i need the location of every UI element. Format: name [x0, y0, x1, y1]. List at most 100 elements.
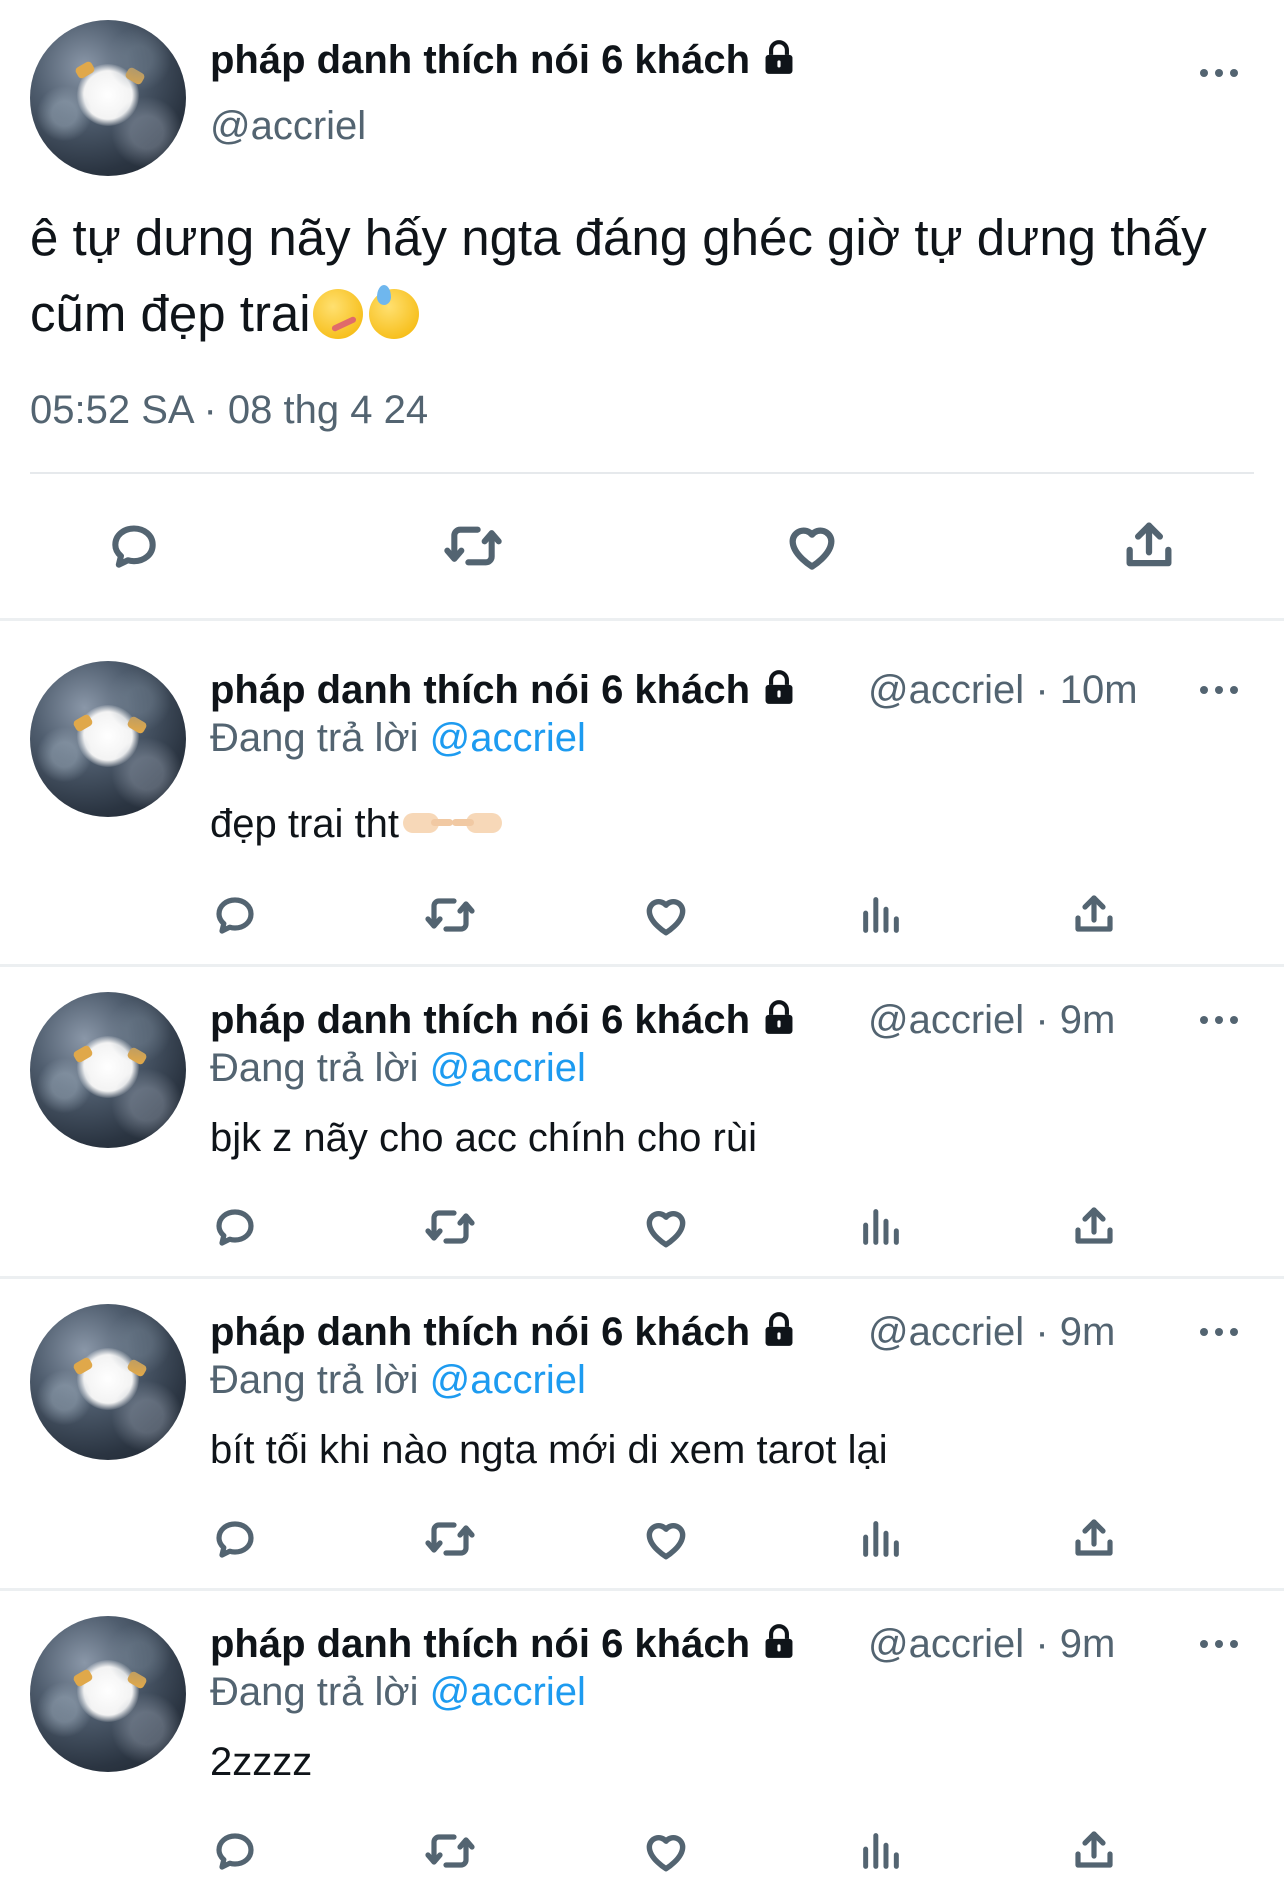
views-icon: [863, 1833, 899, 1869]
views-button[interactable]: [856, 1514, 906, 1564]
more-options-icon[interactable]: [1200, 683, 1240, 695]
reply-button[interactable]: [210, 1514, 260, 1564]
like-button[interactable]: [640, 1514, 692, 1564]
like-icon: [646, 1523, 686, 1560]
like-icon: [789, 527, 835, 570]
retweet-icon: [444, 526, 502, 566]
display-name-text: pháp danh thích nói 6 khách: [210, 1310, 751, 1354]
like-icon: [646, 899, 686, 936]
backhand-index-pointing-left-emoji: [452, 813, 503, 833]
like-icon: [646, 1835, 686, 1872]
share-button[interactable]: [1068, 1824, 1120, 1876]
like-icon: [646, 1211, 686, 1248]
replying-to-link[interactable]: @accriel: [430, 1046, 586, 1090]
display-name-text: pháp danh thích nói 6 khách: [210, 38, 751, 82]
display-name[interactable]: pháp danh thích nói 6 khách: [210, 1622, 798, 1667]
views-button[interactable]: [856, 1826, 906, 1876]
more-options-icon[interactable]: [1200, 1325, 1240, 1337]
section-separator: [0, 1276, 1284, 1279]
backhand-index-pointing-right-emoji: [403, 813, 454, 833]
tweet-text: ê tự dưng nãy hấy ngta đáng ghéc giờ tự …: [30, 200, 1250, 352]
tweet-time: 10m: [1059, 668, 1138, 712]
more-options-icon[interactable]: [1200, 1637, 1240, 1649]
replying-to: Đang trả lời @accriel: [210, 716, 586, 761]
tweet-time: 9m: [1059, 998, 1116, 1042]
replying-to-link[interactable]: @accriel: [430, 1358, 586, 1402]
lock-icon: [765, 1312, 793, 1346]
section-separator: [0, 618, 1284, 621]
downcast-face-with-sweat-emoji: [368, 285, 419, 339]
reply-icon: [112, 525, 156, 568]
share-icon: [1126, 522, 1172, 567]
avatar[interactable]: [30, 1304, 186, 1460]
reply-button[interactable]: [210, 1202, 260, 1252]
section-separator: [0, 964, 1284, 967]
share-button[interactable]: [1068, 1200, 1120, 1252]
share-button[interactable]: [1068, 888, 1120, 940]
reply-button[interactable]: [210, 890, 260, 940]
replying-to: Đang trả lời @accriel: [210, 1670, 586, 1715]
retweet-button[interactable]: [422, 1826, 478, 1876]
share-button[interactable]: [1068, 1512, 1120, 1564]
replying-to-label: Đang trả lời: [210, 1358, 419, 1402]
reply-text: bjk z nãy cho acc chính cho rùi: [210, 1116, 757, 1160]
section-separator: [0, 1588, 1284, 1591]
replying-to-link[interactable]: @accriel: [430, 716, 586, 760]
username[interactable]: @accriel: [210, 104, 366, 149]
like-button[interactable]: [640, 1202, 692, 1252]
like-button[interactable]: [640, 1826, 692, 1876]
views-button[interactable]: [856, 890, 906, 940]
avatar[interactable]: [30, 992, 186, 1148]
share-icon: [1075, 1207, 1113, 1244]
username: @accriel: [868, 1622, 1025, 1666]
reply-icon: [216, 1209, 254, 1246]
lock-icon: [765, 1000, 793, 1034]
username-and-time[interactable]: @accriel · 9m: [868, 1310, 1115, 1355]
like-button[interactable]: [780, 516, 844, 576]
display-name-text: pháp danh thích nói 6 khách: [210, 668, 751, 712]
retweet-button[interactable]: [422, 890, 478, 940]
face-with-thermometer-emoji: [312, 289, 363, 339]
reply-text: đẹp trai tht: [210, 802, 503, 847]
reply-button[interactable]: [210, 1826, 260, 1876]
username: @accriel: [868, 998, 1025, 1042]
replying-to: Đang trả lời @accriel: [210, 1046, 586, 1091]
share-button[interactable]: [1118, 514, 1180, 576]
reply-text: 2zzzz: [210, 1740, 313, 1784]
retweet-icon: [425, 898, 475, 932]
lock-icon: [765, 670, 793, 704]
retweet-button[interactable]: [422, 1202, 478, 1252]
username: @accriel: [868, 668, 1025, 712]
avatar[interactable]: [30, 1616, 186, 1772]
reply-icon: [216, 897, 254, 934]
more-options-icon[interactable]: [1200, 1013, 1240, 1025]
display-name[interactable]: pháp danh thích nói 6 khách: [210, 38, 798, 83]
views-button[interactable]: [856, 1202, 906, 1252]
views-icon: [863, 1521, 899, 1557]
reply-text: bít tối khi nào ngta mới di xem tarot lạ…: [210, 1428, 888, 1472]
like-button[interactable]: [640, 890, 692, 940]
retweet-button[interactable]: [438, 516, 508, 576]
divider: [30, 472, 1254, 474]
share-icon: [1075, 895, 1113, 932]
retweet-icon: [425, 1210, 475, 1244]
username-and-time[interactable]: @accriel · 10m: [868, 668, 1138, 713]
avatar[interactable]: [30, 661, 186, 817]
retweet-icon: [425, 1522, 475, 1556]
display-name[interactable]: pháp danh thích nói 6 khách: [210, 1310, 798, 1355]
username-and-time[interactable]: @accriel · 9m: [868, 998, 1115, 1043]
views-icon: [863, 1209, 899, 1245]
username-and-time[interactable]: @accriel · 9m: [868, 1622, 1115, 1667]
tweet-timestamp[interactable]: 05:52 SA · 08 thg 4 24: [30, 388, 428, 433]
share-icon: [1075, 1831, 1113, 1868]
share-icon: [1075, 1519, 1113, 1556]
replying-to-link[interactable]: @accriel: [430, 1670, 586, 1714]
avatar[interactable]: [30, 20, 186, 176]
reply-icon: [216, 1521, 254, 1558]
retweet-button[interactable]: [422, 1514, 478, 1564]
reply-button[interactable]: [104, 516, 164, 576]
more-options-icon[interactable]: [1200, 66, 1240, 78]
display-name[interactable]: pháp danh thích nói 6 khách: [210, 998, 798, 1043]
display-name-text: pháp danh thích nói 6 khách: [210, 1622, 751, 1666]
display-name[interactable]: pháp danh thích nói 6 khách: [210, 668, 798, 713]
